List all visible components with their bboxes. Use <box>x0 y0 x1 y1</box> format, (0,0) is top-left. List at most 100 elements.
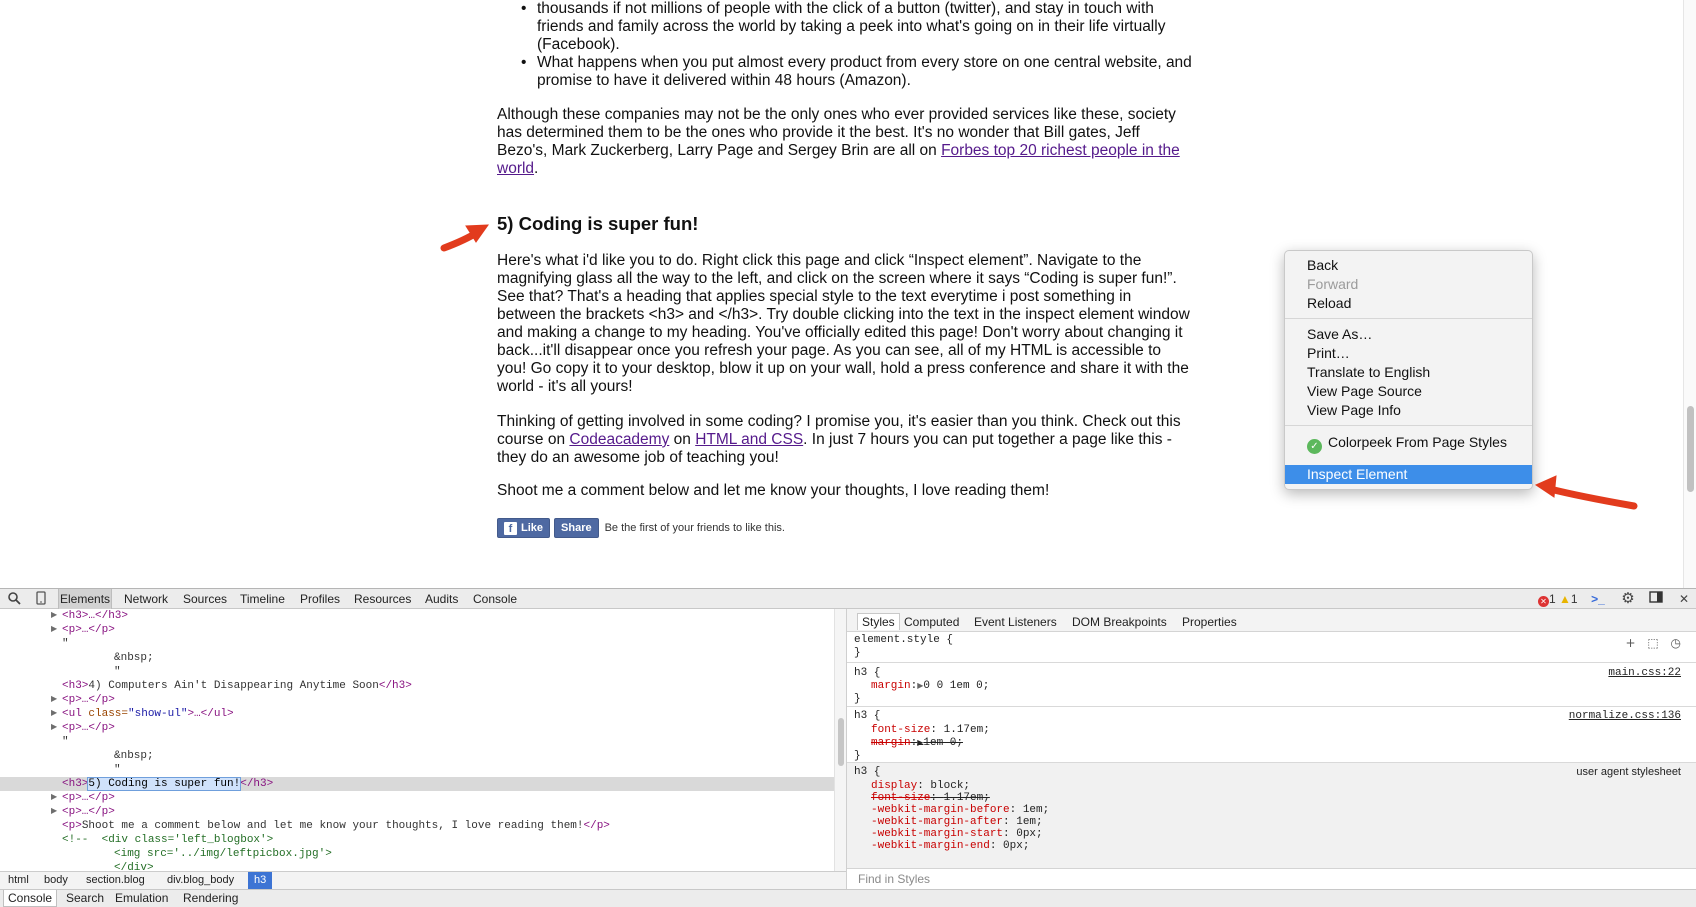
drawer-tab-emulation[interactable]: Emulation <box>115 890 168 907</box>
device-mode-icon[interactable] <box>33 591 49 607</box>
codeacademy-link[interactable]: Codeacademy <box>569 431 669 448</box>
menu-item-save-as[interactable]: Save As… <box>1285 325 1532 344</box>
inspect-magnifier-icon[interactable] <box>6 591 22 607</box>
toggle-state-icon[interactable]: ⬚ <box>1647 636 1658 650</box>
menu-item-translate[interactable]: Translate to English <box>1285 363 1532 382</box>
dom-comment[interactable]: </div> <box>0 861 834 871</box>
menu-item-view-page-info[interactable]: View Page Info <box>1285 401 1532 420</box>
dom-text-node[interactable]: " <box>0 665 834 679</box>
drawer-tab-console[interactable]: Console <box>3 890 58 907</box>
drawer-tab-rendering[interactable]: Rendering <box>183 890 238 907</box>
rule-selector[interactable]: h3 { <box>854 710 880 723</box>
menu-item-back[interactable]: Back <box>1285 256 1532 275</box>
rule-selector[interactable]: element.style { <box>854 634 953 647</box>
dom-node-selected-h3[interactable]: <h3>5) Coding is super fun!</h3> <box>0 777 834 791</box>
expand-triangle-icon[interactable]: ▶ <box>51 707 57 721</box>
rule-main-css[interactable]: h3 { main.css:22 margin:▶0 0 1em 0; } <box>847 663 1696 707</box>
dom-text-node[interactable]: " <box>0 637 834 651</box>
dom-comment-text: <img src='../img/leftpicbox.jpg'> <box>114 848 332 860</box>
close-icon[interactable]: ✕ <box>1676 591 1692 607</box>
facebook-share-button[interactable]: Share <box>554 518 599 538</box>
rule-element-style[interactable]: element.style { } + ⬚ ◷ <box>847 632 1696 663</box>
css-rules[interactable]: element.style { } + ⬚ ◷ h3 { main.css:22… <box>847 632 1696 868</box>
like-label: Like <box>521 522 544 534</box>
colorpeek-icon: ✓ <box>1307 439 1322 454</box>
css-value: 1em; <box>1022 804 1050 816</box>
expand-triangle-icon[interactable]: ▶ <box>51 805 57 819</box>
tab-profiles[interactable]: Profiles <box>300 589 340 609</box>
elements-scrollbar[interactable] <box>834 609 846 871</box>
menu-item-colorpeek[interactable]: ✓ Colorpeek From Page Styles <box>1285 433 1532 454</box>
dom-node[interactable]: ▶ <ul class="show-ul">…</ul> <box>0 707 834 721</box>
expand-triangle-icon[interactable]: ▶ <box>51 721 57 735</box>
dom-node[interactable]: ▶ <p>…</p> <box>0 693 834 707</box>
dom-text-node[interactable]: &nbsp; <box>0 651 834 665</box>
dom-text-node[interactable]: " <box>0 735 834 749</box>
error-counter[interactable]: ✕ 1 ▲1 <box>1538 592 1578 607</box>
menu-item-reload[interactable]: Reload <box>1285 294 1532 313</box>
dom-node[interactable]: <p>Shoot me a comment below and let me k… <box>0 819 834 833</box>
dom-comment[interactable]: <!-- <div class='left_blogbox'> <box>0 833 834 847</box>
tab-sources[interactable]: Sources <box>183 589 227 609</box>
menu-item-print[interactable]: Print… <box>1285 344 1532 363</box>
rule-source-link[interactable]: normalize.css:136 <box>1569 710 1681 723</box>
tab-dom-breakpoints[interactable]: DOM Breakpoints <box>1072 614 1167 631</box>
tab-elements[interactable]: Elements <box>58 589 113 609</box>
css-declaration[interactable]: margin:▶0 0 1em 0; <box>871 680 989 693</box>
menu-item-forward: Forward <box>1307 276 1359 292</box>
expand-triangle-icon[interactable]: ▶ <box>51 693 57 707</box>
breadcrumb-div-blog-body[interactable]: div.blog_body <box>161 872 240 889</box>
dom-node[interactable]: ▶ <p>…</p> <box>0 805 834 819</box>
tab-network[interactable]: Network <box>124 589 168 609</box>
expand-triangle-icon[interactable]: ▶ <box>51 791 57 805</box>
add-rule-icon[interactable]: + <box>1625 636 1635 650</box>
breadcrumb-html[interactable]: html <box>2 872 35 889</box>
dom-text-edit-box[interactable]: 5) Coding is super fun! <box>87 777 242 791</box>
dom-node[interactable]: ▶ <h3>…</h3> <box>0 609 834 623</box>
page-scrollbar-thumb[interactable] <box>1687 406 1694 492</box>
menu-item-inspect-element[interactable]: Inspect Element <box>1285 465 1532 484</box>
rule-brace: } <box>854 693 861 705</box>
rule-selector[interactable]: h3 { <box>854 667 880 680</box>
expand-triangle-icon[interactable]: ▶ <box>51 623 57 637</box>
dock-side-icon[interactable] <box>1648 591 1664 607</box>
rule-normalize-css[interactable]: h3 { normalize.css:136 font-size: 1.17em… <box>847 707 1696 763</box>
dom-node[interactable]: ▶ <p>…</p> <box>0 721 834 735</box>
html-css-link[interactable]: HTML and CSS <box>695 431 803 448</box>
breadcrumb-h3[interactable]: h3 <box>248 872 273 889</box>
tab-styles[interactable]: Styles <box>857 613 900 630</box>
tab-audits[interactable]: Audits <box>425 589 458 609</box>
drawer-tabs: Console Search Emulation Rendering <box>0 889 1696 907</box>
find-in-styles-input[interactable] <box>847 869 1247 889</box>
facebook-like-button[interactable]: f Like <box>497 518 551 538</box>
menu-item-view-source[interactable]: View Page Source <box>1285 382 1532 401</box>
expand-triangle-icon[interactable]: ▶ <box>51 609 57 623</box>
css-declaration[interactable]: font-size: 1.17em; <box>871 724 990 737</box>
drawer-tab-search[interactable]: Search <box>66 890 104 907</box>
rule-source-link[interactable]: main.css:22 <box>1608 667 1681 680</box>
tab-properties[interactable]: Properties <box>1182 614 1237 631</box>
css-value: 0px; <box>1003 840 1030 852</box>
dom-node[interactable]: <h3>4) Computers Ain't Disappearing Anyt… <box>0 679 834 693</box>
tab-console[interactable]: Console <box>473 589 517 609</box>
dom-node[interactable]: ▶ <p>…</p> <box>0 623 834 637</box>
dom-text-node[interactable]: " <box>0 763 834 777</box>
dom-node[interactable]: ▶ <p>…</p> <box>0 791 834 805</box>
tab-resources[interactable]: Resources <box>354 589 411 609</box>
css-property: -webkit-margin-end <box>871 840 990 852</box>
css-declaration-overridden[interactable]: margin:▶1em 0; <box>871 737 963 750</box>
tab-event-listeners[interactable]: Event Listeners <box>974 614 1057 631</box>
rule-user-agent[interactable]: h3 { user agent stylesheet display: bloc… <box>847 763 1696 868</box>
elements-dom-tree[interactable]: ▶ <h3>…</h3> ▶ <p>…</p> " &nbsp; " <h3>4) … <box>0 609 846 871</box>
gear-icon[interactable]: ⚙ <box>1620 591 1636 607</box>
console-drawer-icon[interactable]: >_ <box>1590 591 1606 607</box>
breadcrumb-section-blog[interactable]: section.blog <box>80 872 151 889</box>
color-format-icon[interactable]: ◷ <box>1671 636 1681 650</box>
page-scrollbar[interactable] <box>1683 0 1696 588</box>
dom-text-node[interactable]: &nbsp; <box>0 749 834 763</box>
breadcrumb-body[interactable]: body <box>38 872 74 889</box>
tab-computed[interactable]: Computed <box>904 614 959 631</box>
dom-comment[interactable]: <img src='../img/leftpicbox.jpg'> <box>0 847 834 861</box>
tab-timeline[interactable]: Timeline <box>240 589 285 609</box>
elements-scrollbar-thumb[interactable] <box>838 718 844 766</box>
